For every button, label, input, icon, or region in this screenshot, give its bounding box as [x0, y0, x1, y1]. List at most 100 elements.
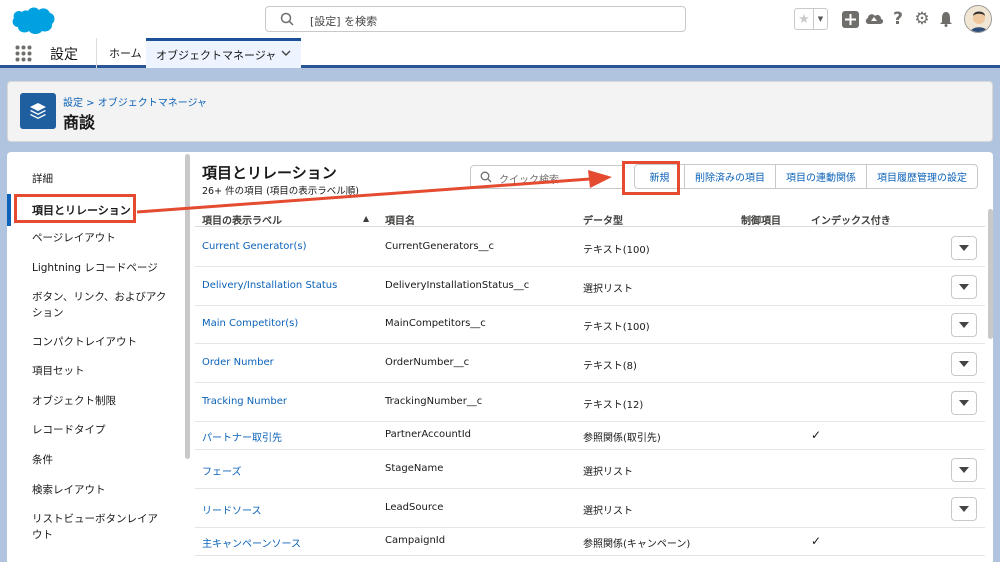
tab-object-manager-label: オブジェクトマネージャ: [156, 48, 277, 62]
field-data-type: 選択リスト: [583, 467, 633, 478]
sidebar-scrollbar[interactable]: [185, 154, 190, 459]
chevron-down-icon[interactable]: [281, 49, 291, 60]
search-placeholder: [設定] を検索: [310, 15, 378, 28]
field-label-link[interactable]: Tracking Number: [202, 396, 287, 407]
field-data-type: テキスト(100): [583, 245, 650, 256]
field-history-tracking-button[interactable]: 項目履歴管理の設定: [866, 165, 977, 188]
field-label-link[interactable]: リードソース: [202, 502, 262, 517]
tab-object-manager[interactable]: オブジェクトマネージャ: [146, 38, 301, 68]
sidebar-item-page-layouts[interactable]: ページレイアウト: [32, 230, 182, 246]
sidebar-item-search-layouts[interactable]: 検索レイアウト: [32, 482, 182, 498]
app-launcher-icon[interactable]: [15, 45, 32, 62]
table-header: 項目の表示ラベル ▲ 項目名 データ型 制御項目 インデックス付き: [195, 209, 985, 227]
sidebar-item-buttons-links-actions[interactable]: ボタン、リンク、およびアクション: [32, 289, 170, 321]
field-api-name: PartnerAccountId: [385, 429, 472, 440]
gear-icon[interactable]: ⚙: [910, 7, 934, 31]
sidebar-item-list-view-button-layout[interactable]: リストビューボタンレイアウト: [32, 511, 162, 543]
object-page-header: 設定 > オブジェクトマネージャ 商談: [7, 81, 993, 142]
field-api-name: TrackingNumber__c: [385, 396, 483, 407]
plus-icon[interactable]: [838, 7, 862, 31]
panel-title: 項目とリレーション: [202, 164, 337, 182]
column-header-indexed[interactable]: インデックス付き: [811, 212, 891, 227]
table-row: 主キャンペーンソース CampaignId 参照関係(キャンペーン) ✓: [195, 528, 985, 556]
favorites-button[interactable]: ★ ▼: [794, 8, 828, 30]
fields-panel: 項目とリレーション 26+ 件の項目 (項目の表示ラベル順) クイック検索 新規…: [195, 152, 993, 562]
row-actions-button[interactable]: [951, 236, 977, 260]
sidebar-item-compact-layouts[interactable]: コンパクトレイアウト: [32, 334, 182, 350]
app-navigation-bar: 設定 ホーム オブジェクトマネージャ: [0, 38, 1000, 68]
chevron-down-icon: [959, 506, 969, 512]
favorites-dropdown-icon[interactable]: ▼: [813, 9, 827, 29]
row-actions-button[interactable]: [951, 458, 977, 482]
field-data-type: 参照関係(キャンペーン): [583, 539, 691, 550]
page-title: 商談: [63, 113, 96, 132]
field-api-name: DeliveryInstallationStatus__c: [385, 280, 530, 291]
annotation-highlight-sidebar: [14, 194, 136, 223]
field-label-link[interactable]: Current Generator(s): [202, 241, 307, 252]
field-api-name: LeadSource: [385, 502, 444, 513]
indexed-check-icon: ✓: [811, 428, 822, 442]
table-scrollbar[interactable]: [988, 209, 993, 339]
chevron-down-icon: [959, 467, 969, 473]
field-api-name: MainCompetitors__c: [385, 318, 486, 329]
field-label-link[interactable]: 主キャンペーンソース: [202, 535, 301, 550]
table-row: Tracking Number TrackingNumber__c テキスト(12): [195, 383, 985, 422]
quick-search-input[interactable]: クイック検索: [470, 165, 625, 189]
field-data-type: 選択リスト: [583, 506, 633, 517]
main-content: 詳細 項目とリレーション ページレイアウト Lightning レコードページ …: [7, 152, 993, 562]
column-header-label[interactable]: 項目の表示ラベル: [202, 212, 282, 227]
field-label-link[interactable]: Main Competitor(s): [202, 318, 298, 329]
field-api-name: CampaignId: [385, 535, 446, 546]
quick-search-placeholder: クイック検索: [499, 175, 559, 186]
sidebar-item-field-sets[interactable]: 項目セット: [32, 363, 182, 379]
global-search-input[interactable]: [設定] を検索: [265, 6, 686, 32]
table-row: リードソース LeadSource 選択リスト: [195, 489, 985, 528]
table-row: Main Competitor(s) MainCompetitors__c テキスト…: [195, 306, 985, 344]
field-data-type: 参照関係(取引先): [583, 433, 661, 444]
table-row: パートナー取引先 PartnerAccountId 参照関係(取引先) ✓: [195, 422, 985, 450]
avatar[interactable]: [964, 5, 992, 33]
chevron-down-icon: [959, 284, 969, 290]
star-icon[interactable]: ★: [795, 9, 813, 29]
panel-subtitle: 26+ 件の項目 (項目の表示ラベル順): [202, 186, 360, 197]
row-actions-button[interactable]: [951, 497, 977, 521]
sidebar-active-indicator: [7, 194, 11, 226]
bell-icon[interactable]: [934, 7, 958, 31]
header-utility-icons: ★ ▼ ? ⚙: [794, 4, 992, 34]
field-data-type: テキスト(12): [583, 400, 644, 411]
annotation-highlight-new-button: [622, 161, 680, 195]
row-actions-button[interactable]: [951, 352, 977, 376]
field-api-name: CurrentGenerators__c: [385, 241, 495, 252]
row-actions-button[interactable]: [951, 275, 977, 299]
table-row: Current Generator(s) CurrentGenerators__c…: [195, 228, 985, 267]
column-header-data-type[interactable]: データ型: [583, 212, 623, 227]
sidebar-item-conditions[interactable]: 条件: [32, 452, 182, 468]
action-button-group: 新規 削除済みの項目 項目の連動関係 項目履歴管理の設定: [634, 164, 978, 189]
sidebar-item-details[interactable]: 詳細: [32, 171, 182, 187]
sidebar-item-record-types[interactable]: レコードタイプ: [32, 422, 182, 438]
field-label-link[interactable]: Delivery/Installation Status: [202, 280, 337, 291]
sidebar-item-lightning-record-pages[interactable]: Lightning レコードページ: [32, 260, 182, 276]
field-label-link[interactable]: Order Number: [202, 357, 274, 368]
column-header-controlling-field[interactable]: 制御項目: [741, 212, 781, 227]
cloud-icon[interactable]: [862, 7, 886, 31]
sidebar-item-object-limits[interactable]: オブジェクト制限: [32, 393, 182, 409]
table-row: Delivery/Installation Status DeliveryInst…: [195, 267, 985, 306]
field-dependencies-button[interactable]: 項目の連動関係: [775, 165, 866, 188]
help-icon[interactable]: ?: [886, 7, 910, 31]
field-data-type: テキスト(100): [583, 322, 650, 333]
deleted-fields-button[interactable]: 削除済みの項目: [684, 165, 775, 188]
sort-ascending-icon[interactable]: ▲: [363, 214, 369, 223]
chevron-down-icon: [959, 400, 969, 406]
field-label-link[interactable]: パートナー取引先: [202, 429, 282, 444]
salesforce-logo[interactable]: [9, 5, 55, 35]
chevron-down-icon: [959, 245, 969, 251]
layers-icon: [20, 93, 56, 129]
breadcrumb[interactable]: 設定 > オブジェクトマネージャ: [63, 94, 207, 109]
field-data-type: テキスト(8): [583, 361, 637, 372]
row-actions-button[interactable]: [951, 313, 977, 337]
column-header-api-name[interactable]: 項目名: [385, 212, 415, 227]
field-label-link[interactable]: フェーズ: [202, 463, 242, 478]
search-icon: [480, 171, 492, 183]
row-actions-button[interactable]: [951, 391, 977, 415]
